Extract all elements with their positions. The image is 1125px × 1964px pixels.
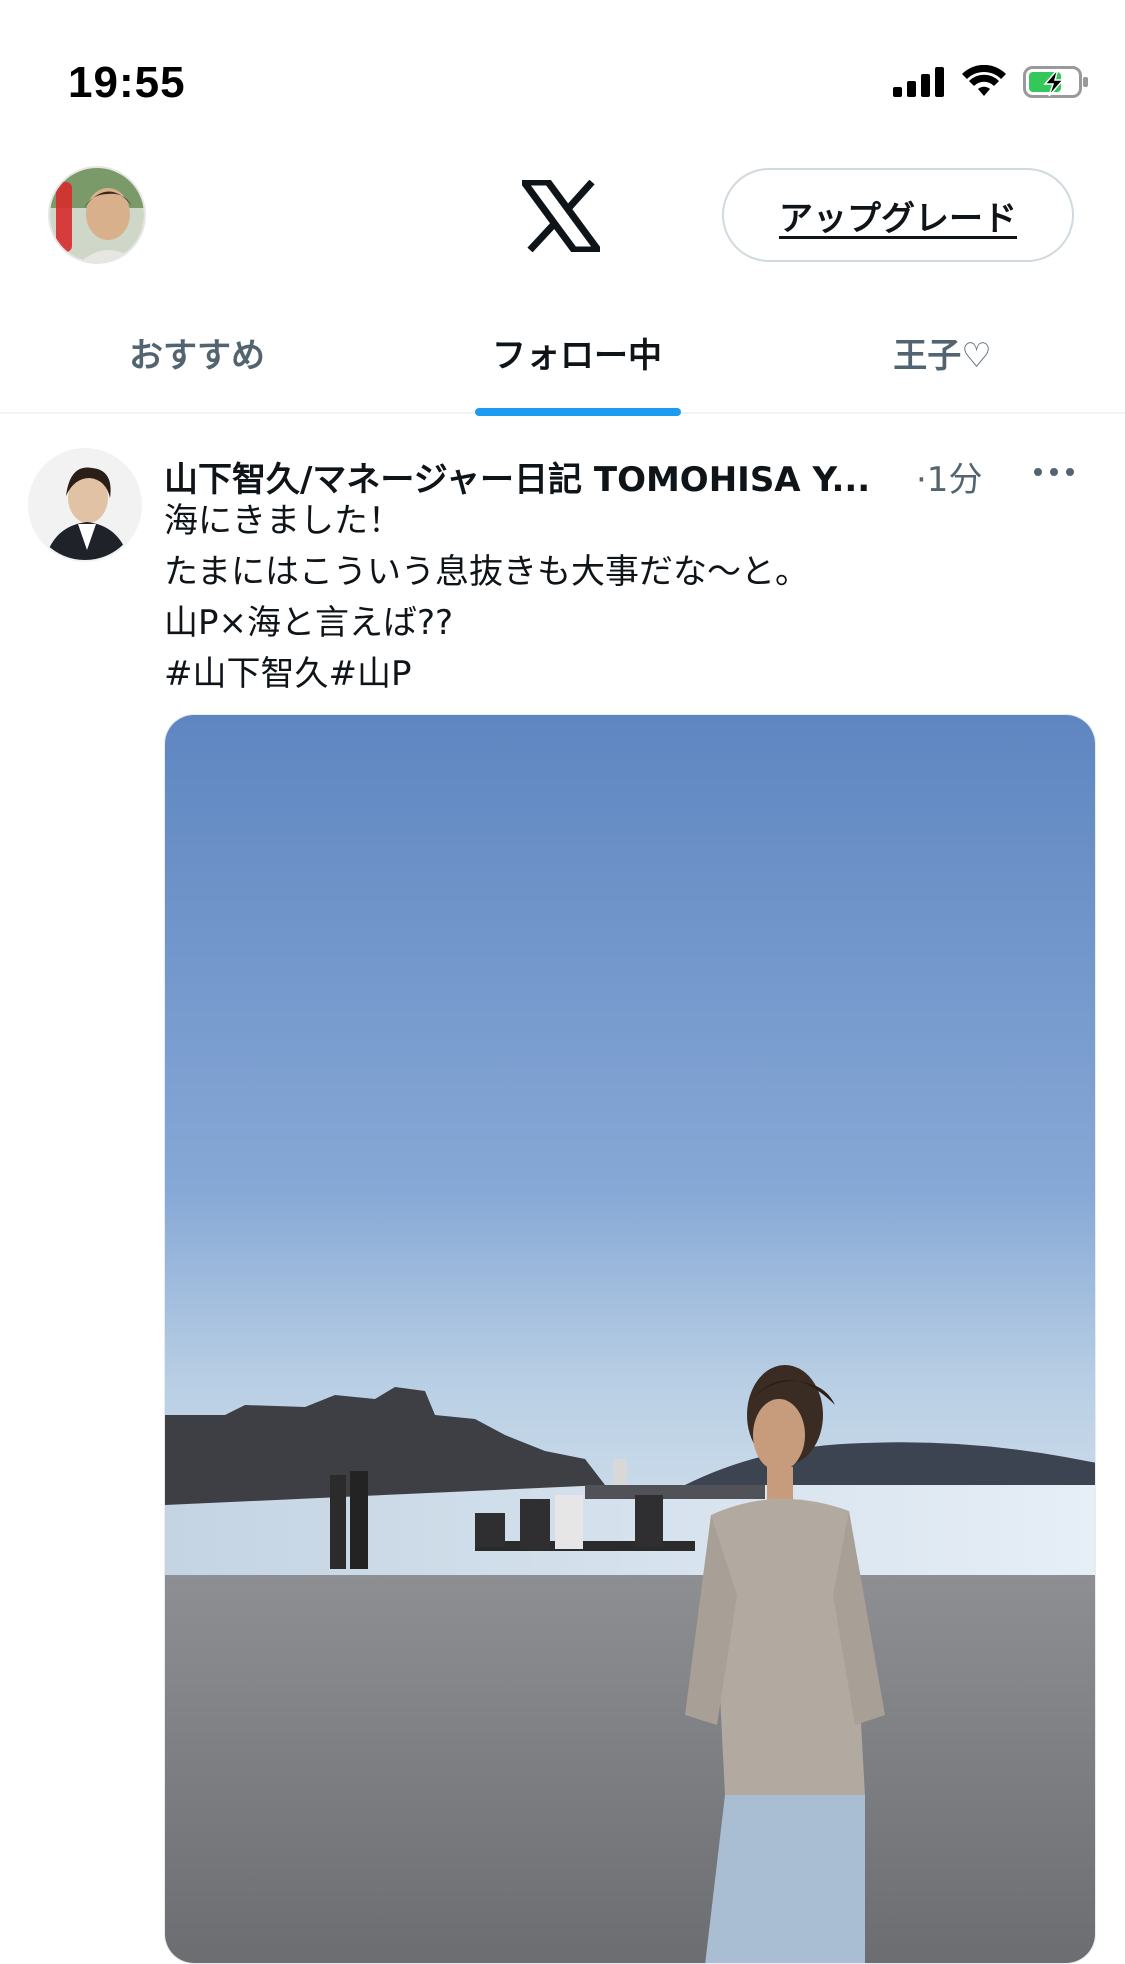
post-text-line: 山P×海と言えば??	[164, 603, 454, 643]
active-tab-indicator	[475, 408, 681, 416]
post-card[interactable]: 山下智久/マネージャー日記 TOMOHISA Y... ·1分 海にきました！ …	[0, 416, 1125, 1964]
battery-charging-icon	[1023, 66, 1088, 98]
tab-ouji-list[interactable]: 王子♡	[760, 290, 1125, 414]
post-text-line: 海にきました！	[164, 501, 402, 541]
signal-icon	[893, 67, 944, 97]
post-text-line: たまにはこういう息抜きも大事だな〜と。	[164, 552, 809, 592]
status-bar: 19:55	[0, 0, 1125, 140]
post-author-avatar[interactable]	[28, 448, 142, 562]
post-timestamp[interactable]: ·1分	[916, 452, 982, 501]
top-header: アップグレード	[0, 150, 1125, 280]
post-text: 海にきました！ たまにはこういう息抜きも大事だな〜と。 山P×海と言えば?? #…	[164, 496, 1084, 700]
upgrade-button[interactable]: アップグレード	[722, 168, 1074, 262]
x-logo-icon[interactable]	[522, 180, 600, 252]
status-time: 19:55	[68, 58, 186, 107]
post-photo[interactable]	[164, 714, 1096, 1964]
post-hashtags[interactable]: #山下智久#山P	[164, 649, 1084, 700]
post-author-name[interactable]: 山下智久/マネージャー日記 TOMOHISA Y...	[164, 452, 870, 501]
timeline-tabs: おすすめ フォロー中 王子♡	[0, 290, 1125, 416]
tab-following[interactable]: フォロー中	[394, 290, 760, 414]
more-horizontal-icon[interactable]	[1030, 458, 1078, 486]
post-header: 山下智久/マネージャー日記 TOMOHISA Y... ·1分	[164, 446, 1104, 502]
tab-recommended[interactable]: おすすめ	[0, 290, 394, 414]
wifi-icon	[962, 65, 1006, 96]
profile-avatar[interactable]	[48, 166, 146, 264]
status-icons	[893, 62, 1091, 102]
